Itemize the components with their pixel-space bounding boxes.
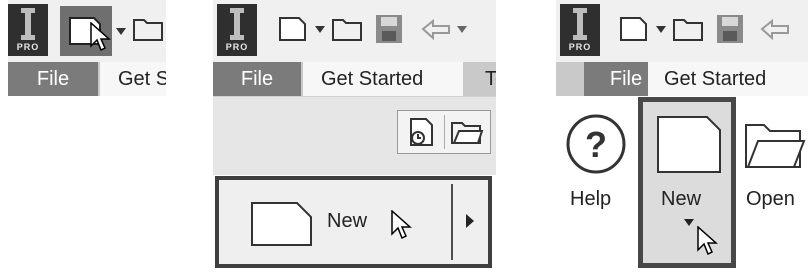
tab-file[interactable]: File [213, 62, 301, 96]
mouse-cursor-icon [391, 210, 412, 240]
new-button-label: New [661, 188, 702, 210]
help-label[interactable]: Help [570, 188, 611, 211]
app-logo-text: PRO [225, 42, 249, 52]
quick-access-toolbar: PRO [556, 0, 808, 62]
tab-get-started[interactable]: Get Started [303, 62, 463, 96]
save-icon[interactable] [373, 12, 405, 46]
undo-icon[interactable] [417, 14, 453, 44]
right-arrow-icon[interactable] [465, 213, 475, 229]
open-folder-icon[interactable] [744, 115, 806, 173]
svg-text:?: ? [585, 124, 607, 165]
save-icon[interactable] [714, 12, 746, 46]
split-divider [451, 184, 453, 260]
dropdown-arrow-icon[interactable] [684, 219, 694, 227]
open-folder-icon[interactable] [450, 117, 484, 147]
tab-get-started[interactable]: Get Started [648, 62, 808, 96]
app-logo-text: PRO [16, 42, 40, 52]
dropdown-arrow-icon[interactable] [457, 26, 467, 34]
undo-icon[interactable] [756, 14, 792, 44]
tab-tools[interactable]: To [485, 62, 496, 96]
app-logo-icon: PRO [8, 4, 48, 56]
tab-get-started[interactable]: Get S [100, 62, 166, 96]
new-button-label: New [327, 210, 368, 232]
panel-zoomed-toolbar: PRO File Get S [8, 0, 166, 100]
mouse-cursor-icon [90, 22, 111, 52]
app-logo-text: PRO [568, 42, 592, 52]
new-button[interactable]: New [215, 176, 492, 268]
app-logo-icon: PRO [560, 4, 600, 56]
quick-access-toolbar: PRO [8, 0, 166, 62]
new-button[interactable]: New [638, 97, 736, 268]
ribbon-tab-strip: File Get Started To [213, 62, 496, 96]
divider [444, 115, 445, 149]
mouse-cursor-icon [697, 226, 718, 256]
ribbon-tab-strip: File Get Started [556, 62, 808, 96]
quick-access-toolbar: PRO [213, 0, 496, 62]
help-icon[interactable]: ? [564, 112, 628, 176]
new-document-icon [657, 116, 721, 173]
open-folder-icon[interactable] [331, 14, 365, 44]
new-document-icon[interactable] [618, 14, 650, 44]
panel-get-started: PRO File Get Started ? Help New Open [556, 0, 808, 273]
ribbon-tab-strip: File Get S [8, 62, 166, 96]
panel-ribbon-new-button: PRO File Get Started To New [213, 0, 496, 273]
open-folder-icon[interactable] [132, 14, 166, 44]
dropdown-arrow-icon[interactable] [116, 28, 126, 36]
tab-file[interactable]: File [8, 62, 98, 96]
open-label[interactable]: Open [746, 188, 795, 211]
open-folder-icon[interactable] [672, 14, 706, 44]
dropdown-arrow-icon[interactable] [315, 26, 325, 34]
new-document-icon[interactable] [277, 14, 309, 44]
app-logo-icon: PRO [217, 4, 257, 56]
new-document-icon [251, 202, 312, 246]
dropdown-arrow-icon[interactable] [656, 26, 666, 34]
quick-buttons-group [397, 110, 491, 154]
new-from-template-icon[interactable] [406, 116, 438, 148]
